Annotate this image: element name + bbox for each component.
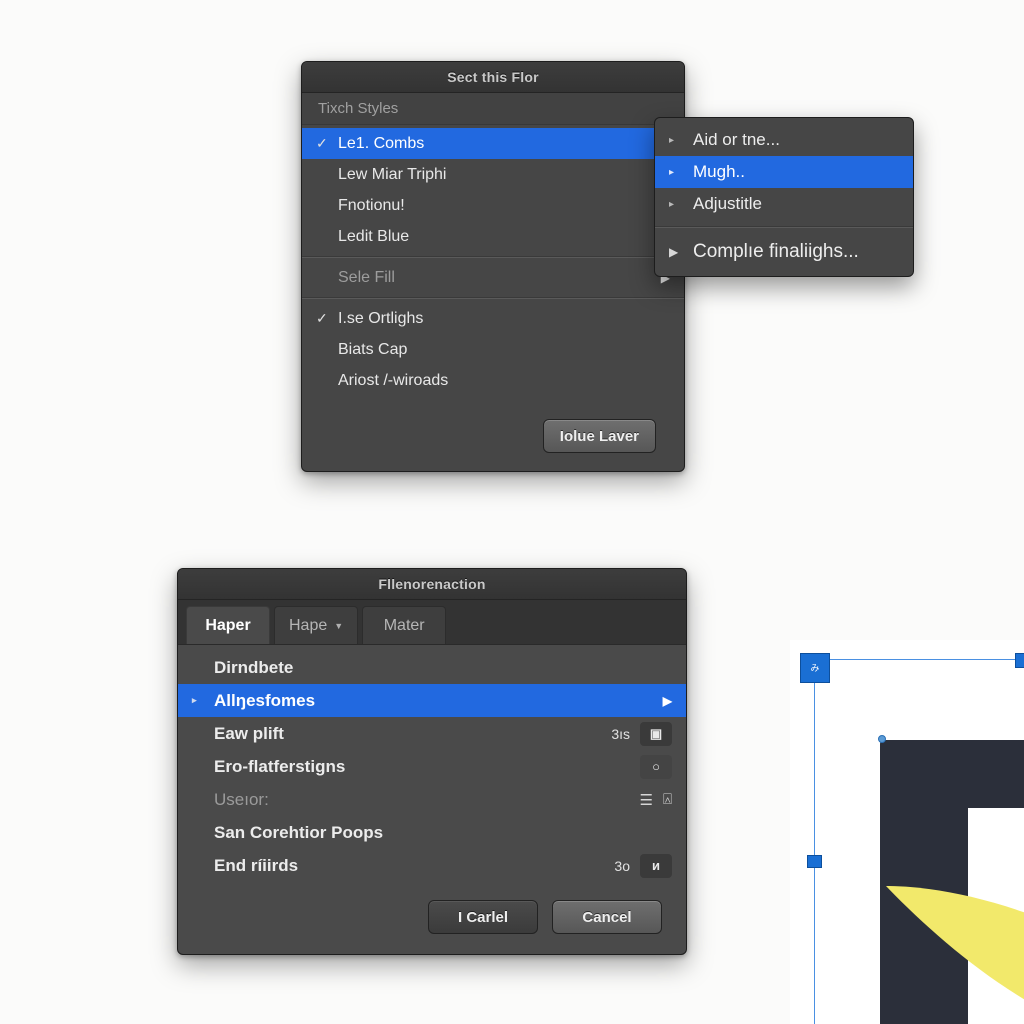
chip-icon[interactable]: ▣ [640,721,672,746]
menu-item-le1-combs[interactable]: ✓ Le1. Combs ▶ [302,128,684,159]
list-item-useior: Useıor: ☰ ⍓ [178,783,686,816]
tab-label: Mater [383,616,425,634]
tab-hape[interactable]: Hape ▼ [274,606,359,644]
submenu-separator [655,226,913,228]
menu-item-label: Lew Miar Triphi [338,165,447,183]
submenu-arrow-icon: ▸ [669,134,675,146]
selection-anchor-point[interactable] [878,735,886,743]
list-item-label: Eaw plift [214,723,284,743]
styles-subheader: Tixch Styles [302,93,684,125]
list-item-dirndbete[interactable]: Dirndbete [178,651,686,684]
list-item-end-riiirds[interactable]: End ríiirds 3o и [178,849,686,882]
file-dialog-title: Fllenorenaction [378,576,486,592]
menu-item-fnotionu[interactable]: Fnotionu! [302,190,684,221]
file-dialog-footer: I Carlel Cancel [178,880,686,954]
submenu-arrow-right-icon: ▶ [662,693,672,708]
menu-separator [302,297,684,299]
context-submenu[interactable]: ▸ Aid or tne... ▸ Mugh.. ▸ Adjustitle ▶ … [654,117,914,277]
menu-item-label: Fnotionu! [338,196,405,214]
file-dialog-titlebar: Fllenorenaction [178,569,686,600]
file-dialog-tab-bar: Haper Hape ▼ Mater [178,600,686,645]
submenu-item-label: Adjustitle [693,194,762,213]
tab-label: Hape [289,616,328,634]
submenu-item-label: Mugh.. [693,162,745,181]
menu-item-sele-fill[interactable]: Sele Fill ▶ [302,262,684,293]
tab-mater[interactable]: Mater [362,606,447,644]
list-item-san-corehtior-poops[interactable]: San Corehtior Poops [178,816,686,849]
submenu-item-aid-or-tne[interactable]: ▸ Aid or tne... [655,124,913,156]
file-dialog-list: Dirndbete ▸ Allŋesfomes ▶ Eaw plift 3ıs … [178,645,686,882]
circle-chip-icon[interactable]: ○ [640,754,672,779]
menu-item-label: Ledit Blue [338,227,410,245]
menu-item-lew-miar-triphi[interactable]: Lew Miar Triphi [302,159,684,190]
file-dialog[interactable]: Fllenorenaction Haper Hape ▼ Mater Dirnd… [177,568,687,955]
submenu-item-complie-finaliighs[interactable]: ▶ Complıe finaliighs... [655,234,913,270]
chevron-down-icon: ▼ [334,620,344,631]
submenu-item-label: Aid or tne... [693,130,780,149]
styles-dialog-titlebar: Sect this Flor [302,62,684,93]
confirm-button[interactable]: I Carlel [428,900,538,934]
list-item-shortcut: 3o [614,857,630,874]
list-item-allnesfomes[interactable]: ▸ Allŋesfomes ▶ [178,684,686,717]
alignment-glyph-group[interactable]: ☰ ⍓ [640,791,672,809]
selection-line-left [814,659,815,1024]
menu-item-label: Le1. Combs [338,134,425,152]
list-item-label: Ero-flatferstigns [214,756,346,776]
styles-dialog-footer: Iolue Laver [302,401,684,471]
list-item-label: Useıor: [214,789,269,809]
list-item-shortcut: 3ıs [611,725,630,742]
styles-dialog-title: Sect this Flor [447,69,539,85]
list-item-label: End ríiirds [214,855,299,875]
submenu-arrow-icon: ▶ [669,245,679,259]
list-item-eaw-plift[interactable]: Eaw plift 3ıs ▣ [178,717,686,750]
styles-menu-list: ✓ Le1. Combs ▶ Lew Miar Triphi Fnotionu!… [302,125,684,396]
submenu-arrow-icon: ▸ [669,198,675,210]
artwork-vector-shape [880,740,1024,1024]
iolue-laver-button[interactable]: Iolue Laver [542,419,656,453]
menu-item-biats-cap[interactable]: Biats Cap [302,334,684,365]
cancel-button[interactable]: Cancel [552,900,662,934]
submenu-arrow-icon: ▸ [192,695,197,705]
selection-handle-top-right[interactable] [1015,653,1024,668]
menu-item-ariost-wiroads[interactable]: Ariost /-wiroads [302,365,684,396]
list-item-label: Allŋesfomes [214,690,316,710]
checkmark-icon: ✓ [316,135,328,151]
menu-item-ise-ortlighs[interactable]: ✓ I.se Ortlighs [302,303,684,334]
menu-item-label: Ariost /-wiroads [338,371,449,389]
styles-subheader-label: Tixch Styles [318,100,399,117]
menu-item-ledit-blue[interactable]: Ledit Blue [302,221,684,252]
submenu-arrow-icon: ▸ [669,166,675,178]
menu-item-label: Biats Cap [338,340,408,358]
menu-item-label: I.se Ortlighs [338,309,424,327]
menu-separator [302,256,684,258]
submenu-item-mugh[interactable]: ▸ Mugh.. [655,156,913,188]
canvas-artwork-area[interactable]: み [790,640,1024,1024]
list-lines-icon: ☰ [639,791,653,809]
list-item-label: San Corehtior Poops [214,822,384,842]
artboard-badge-icon[interactable]: み [800,653,830,683]
menu-item-label: Sele Fill [338,268,395,286]
tab-haper[interactable]: Haper [186,606,270,644]
chip-icon[interactable]: и [640,853,672,878]
submenu-item-adjustitle[interactable]: ▸ Adjustitle [655,188,913,220]
list-item-ero-flatferstigns[interactable]: Ero-flatferstigns ○ [178,750,686,783]
tab-label: Haper [205,616,251,634]
selection-line-top [814,659,1024,660]
distribute-icon: ⍓ [662,791,672,808]
list-item-label: Dirndbete [214,657,294,677]
submenu-item-label: Complıe finaliighs... [693,241,859,262]
checkmark-icon: ✓ [316,310,328,326]
selection-handle-middle-left[interactable] [807,855,822,868]
styles-dialog[interactable]: Sect this Flor Tixch Styles ✓ Le1. Combs… [301,61,685,472]
